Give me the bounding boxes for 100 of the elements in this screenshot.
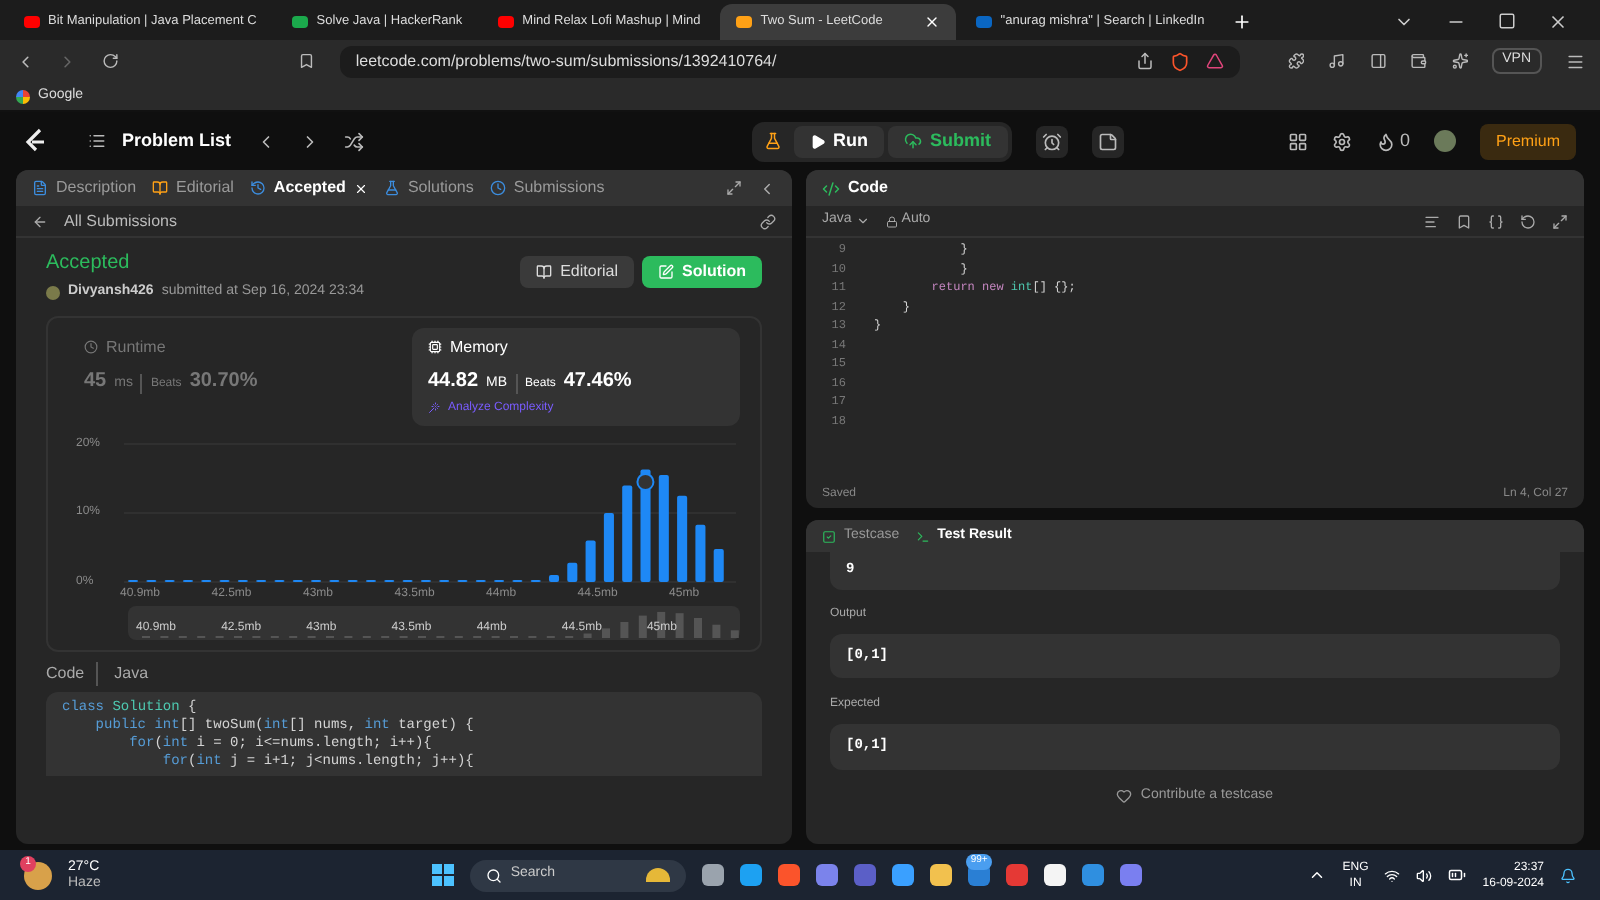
panel-tab[interactable]: Accepted (249, 176, 368, 200)
chart-bar (548, 574, 560, 581)
panel-tab[interactable]: Solutions (383, 176, 474, 200)
format-icon[interactable] (1424, 213, 1440, 229)
volume-icon[interactable] (1416, 867, 1433, 883)
notification-icon[interactable] (1560, 867, 1576, 883)
streak-count: 0 (1399, 127, 1410, 154)
taskbar-app-icon[interactable] (702, 864, 725, 886)
sparkle-icon[interactable] (1451, 52, 1469, 70)
stat-label: Memory (450, 335, 508, 359)
battery-icon[interactable] (1448, 866, 1467, 884)
chip-icon (428, 340, 442, 354)
chart-bar (567, 561, 578, 581)
music-icon[interactable] (1328, 52, 1346, 70)
address-bar[interactable]: leetcode.com/problems/two-sum/submissions/1392410764/ (339, 45, 1240, 77)
history-icon (249, 180, 266, 196)
editorial-button[interactable]: Editorial (520, 256, 634, 288)
note-icon[interactable] (1097, 131, 1118, 151)
bookmark-icon[interactable] (298, 52, 316, 70)
sidebar-icon[interactable] (1369, 52, 1387, 70)
shuffle-icon[interactable] (343, 131, 364, 151)
status-text: Accepted (46, 250, 132, 278)
avatar-icon[interactable] (1433, 130, 1456, 152)
lock-icon (885, 215, 898, 227)
cloud-upload-icon (904, 132, 923, 150)
panel-tab[interactable]: Editorial (152, 176, 234, 200)
stat-value: 44.82 (428, 367, 479, 395)
problem-list-link[interactable]: Problem List (122, 127, 232, 155)
extensions-icon[interactable] (1287, 52, 1305, 70)
user-avatar-icon (46, 285, 60, 300)
reset-icon[interactable] (1520, 213, 1536, 229)
panel-tab[interactable]: Submissions (489, 176, 605, 200)
checkbox-icon (822, 529, 836, 543)
close-icon[interactable] (924, 14, 941, 30)
stat-value: 45 (84, 367, 107, 395)
flask-icon (383, 180, 400, 196)
stat-label: Runtime (106, 335, 166, 359)
back-arrow-icon[interactable] (32, 213, 48, 229)
list-icon[interactable] (88, 132, 106, 150)
all-submissions-link[interactable]: All Submissions (64, 209, 177, 233)
collapse-icon[interactable] (758, 179, 776, 197)
code-label: Code (46, 661, 99, 685)
chart-bar (695, 523, 706, 581)
chart-bar (603, 512, 614, 581)
document-icon (32, 180, 48, 196)
code-language: Java (114, 661, 149, 685)
url-text: leetcode.com/problems/two-sum/submissions/1392410764/ (355, 49, 779, 73)
tray-expand-icon[interactable] (1308, 866, 1327, 884)
debug-icon[interactable] (763, 132, 782, 150)
your-result-marker (636, 471, 655, 490)
wifi-icon[interactable] (1384, 867, 1401, 883)
run-button[interactable]: Run (793, 125, 885, 157)
chart-bar (585, 539, 596, 581)
link-icon[interactable] (760, 213, 776, 229)
clock-icon (489, 180, 506, 196)
flame-icon (1375, 131, 1396, 151)
chart-bar (677, 494, 688, 581)
settings-icon[interactable] (1331, 131, 1352, 151)
shield-icon[interactable] (1169, 51, 1190, 71)
reload-icon[interactable] (101, 52, 119, 70)
beats-value: 47.46% (563, 367, 632, 395)
taskbar-app-icon[interactable] (1044, 864, 1067, 886)
book-icon (536, 264, 553, 280)
bookmark-icon[interactable] (1456, 213, 1472, 229)
chart-bar (640, 468, 651, 581)
close-icon[interactable] (353, 181, 368, 195)
braces-icon[interactable] (1488, 213, 1504, 229)
triangle-icon[interactable] (1205, 52, 1224, 70)
close-icon[interactable] (1548, 12, 1568, 32)
google-icon (16, 89, 30, 103)
edit-icon (658, 264, 674, 280)
expand-icon[interactable] (1552, 213, 1568, 229)
clock-icon (84, 340, 98, 354)
search-icon (486, 867, 503, 883)
play-icon (809, 133, 826, 149)
chart-bar (658, 474, 669, 581)
panel-tab[interactable]: Description (32, 176, 137, 200)
terminal-icon (915, 529, 930, 543)
back-icon[interactable] (16, 51, 35, 71)
chart-bar (713, 547, 724, 581)
expand-icon[interactable] (726, 180, 742, 196)
wallet-icon[interactable] (1410, 52, 1428, 70)
chart-bar (622, 484, 633, 581)
new-tab-icon[interactable] (1232, 12, 1253, 32)
heart-icon (1116, 787, 1133, 804)
timer-icon[interactable] (1041, 131, 1062, 151)
layout-icon[interactable] (1287, 131, 1308, 151)
submit-button[interactable]: Submit (888, 125, 1008, 157)
premium-button[interactable]: Premium (1479, 123, 1576, 159)
chevron-down-icon (855, 214, 870, 228)
maximize-icon[interactable] (1498, 12, 1516, 30)
taskbar-app-icon[interactable] (930, 864, 953, 886)
code-icon (822, 179, 840, 197)
panel-title: Code (848, 176, 888, 200)
windows-start-icon[interactable] (432, 864, 455, 886)
beats-value: 30.70% (189, 367, 258, 395)
book-icon (152, 180, 169, 196)
menu-icon[interactable] (1565, 51, 1584, 71)
share-icon[interactable] (1135, 52, 1154, 70)
taskbar-app-icon[interactable] (892, 864, 915, 886)
